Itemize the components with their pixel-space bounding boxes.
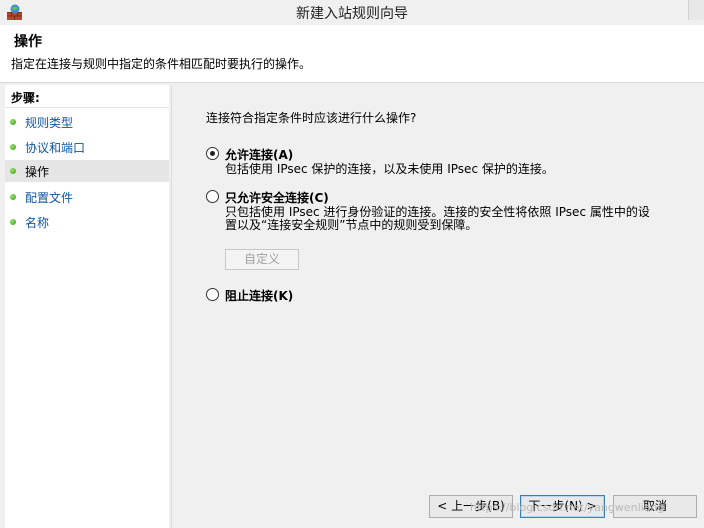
step-label: 规则类型 xyxy=(25,116,74,130)
green-bullet-icon xyxy=(10,168,16,174)
step-item-action[interactable]: 操作 xyxy=(5,160,169,182)
page-description: 指定在连接与规则中指定的条件相匹配时要执行的操作。 xyxy=(11,57,312,71)
panel-divider xyxy=(171,85,172,528)
step-item-rule-type[interactable]: 规则类型 xyxy=(5,111,169,133)
allow-secure-connection-radio[interactable] xyxy=(206,190,219,203)
title-bar: 新建入站规则向导 xyxy=(0,0,704,25)
watermark: https://blog.csdn.net/yangwenliang xyxy=(470,501,665,514)
window-title: 新建入站规则向导 xyxy=(296,6,408,22)
allow-connection-description: 包括使用 IPsec 保护的连接，以及未使用 IPsec 保护的连接。 xyxy=(225,162,554,176)
allow-secure-connection-description-line1: 只包括使用 IPsec 进行身份验证的连接。连接的安全性将依照 IPsec 属性… xyxy=(225,205,650,219)
customize-button[interactable]: 自定义 xyxy=(225,249,299,270)
allow-connection-radio[interactable] xyxy=(206,147,219,160)
allow-connection-label[interactable]: 允许连接(A) xyxy=(225,146,293,163)
green-bullet-icon xyxy=(10,219,16,225)
block-connection-label[interactable]: 阻止连接(K) xyxy=(225,287,293,304)
step-label: 协议和端口 xyxy=(25,141,86,155)
step-label: 操作 xyxy=(25,165,50,179)
green-bullet-icon xyxy=(10,194,16,200)
action-question: 连接符合指定条件时应该进行什么操作? xyxy=(206,111,417,125)
steps-panel: 步骤: 规则类型 协议和端口 操作 配置文件 名称 xyxy=(5,85,169,528)
allow-secure-connection-label[interactable]: 只允许安全连接(C) xyxy=(225,189,329,206)
step-item-name[interactable]: 名称 xyxy=(5,211,169,233)
page-title: 操作 xyxy=(14,34,42,50)
step-label: 名称 xyxy=(25,216,50,230)
green-bullet-icon xyxy=(10,144,16,150)
steps-separator xyxy=(5,107,169,108)
page-header: 操作 指定在连接与规则中指定的条件相匹配时要执行的操作。 xyxy=(0,25,704,83)
steps-heading: 步骤: xyxy=(11,91,40,105)
step-item-profile[interactable]: 配置文件 xyxy=(5,186,169,208)
block-connection-radio[interactable] xyxy=(206,288,219,301)
close-button[interactable] xyxy=(688,0,704,20)
step-label: 配置文件 xyxy=(25,191,74,205)
step-item-protocol-ports[interactable]: 协议和端口 xyxy=(5,136,169,158)
wizard-window: 新建入站规则向导 操作 指定在连接与规则中指定的条件相匹配时要执行的操作。 步骤… xyxy=(0,0,704,528)
green-bullet-icon xyxy=(10,119,16,125)
allow-secure-connection-description-line2: 置以及“连接安全规则”节点中的规则受到保障。 xyxy=(225,218,478,232)
